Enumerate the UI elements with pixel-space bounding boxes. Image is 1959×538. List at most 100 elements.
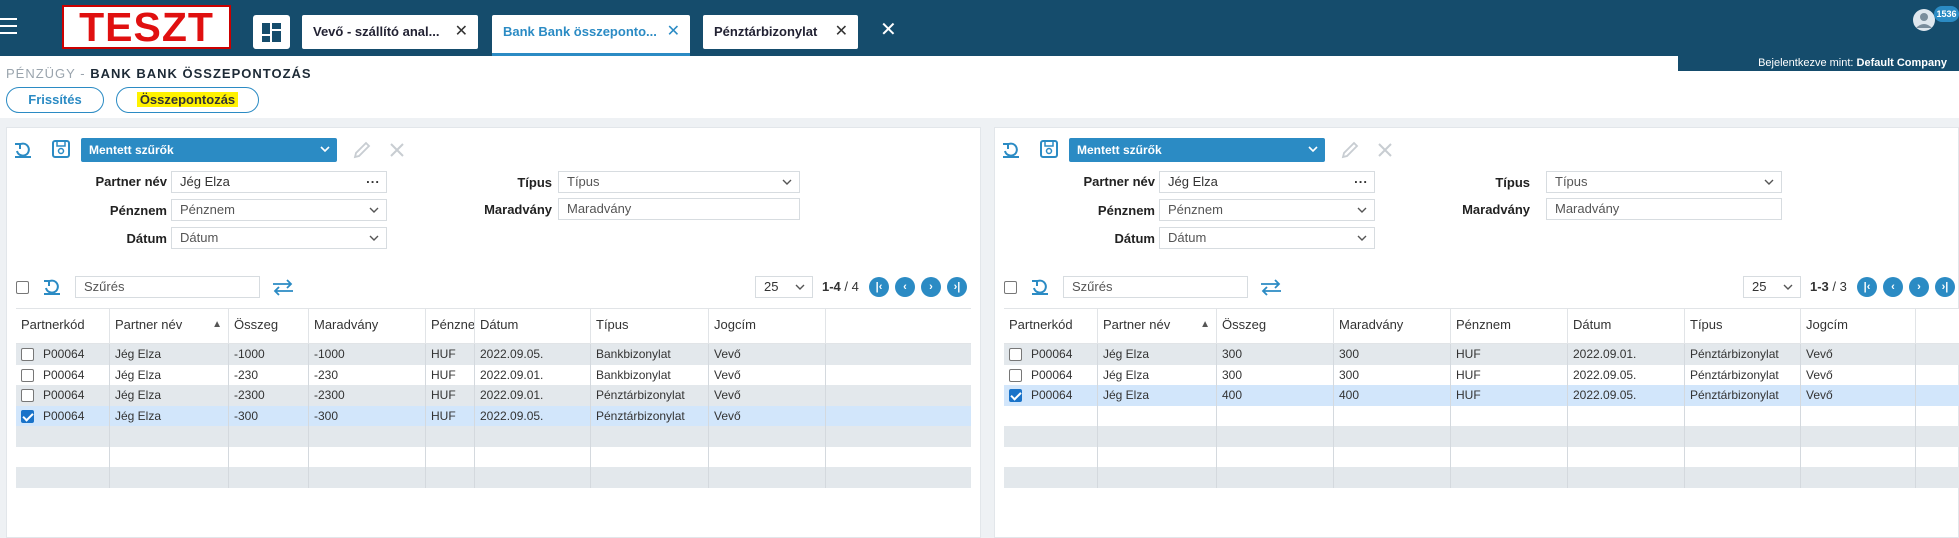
empty-row[interactable] [1004, 426, 1959, 447]
save-icon[interactable] [1039, 139, 1059, 159]
close-icon[interactable]: ✕ [667, 15, 680, 49]
edit-icon[interactable] [352, 140, 372, 160]
page-size-select[interactable]: 25 [755, 276, 813, 298]
row-checkbox[interactable] [21, 389, 34, 402]
currency-select[interactable]: Pénznem [171, 199, 387, 221]
close-icon[interactable]: ✕ [835, 15, 848, 49]
column-header[interactable]: Dátum [475, 309, 591, 344]
empty-row[interactable] [1004, 405, 1959, 427]
refresh-button[interactable]: Frissítés [6, 87, 104, 113]
reset-grid-icon[interactable] [1030, 277, 1050, 297]
column-header[interactable]: Partnerkód [1004, 309, 1098, 344]
reset-filter-icon[interactable] [13, 140, 33, 160]
saved-filters-dropdown[interactable]: Mentett szűrők [81, 138, 337, 162]
tab-vevo-szallito[interactable]: Vevő - szállító anal... ✕ [302, 15, 478, 49]
balance-input[interactable]: Maradvány [1546, 198, 1782, 220]
column-header[interactable]: Partnerkód [16, 309, 110, 344]
column-header[interactable]: Összeg [229, 309, 309, 344]
column-header-partner[interactable]: Partner név ▲ [1098, 309, 1217, 344]
table-row[interactable]: P00064 Jég Elza -1000 -1000 HUF 2022.09.05. Ba… [16, 344, 971, 365]
prev-page-button[interactable]: ‹ [895, 277, 915, 297]
column-header-partner[interactable]: Partner név ▲ [110, 309, 229, 344]
table-cell [709, 467, 826, 488]
column-header[interactable]: Maradvány [1334, 309, 1451, 344]
column-header[interactable]: Összeg [1217, 309, 1334, 344]
partner-field[interactable]: Jég Elza ... [171, 171, 387, 193]
type-select[interactable]: Típus [1546, 171, 1782, 193]
column-header[interactable]: Jogcím [709, 309, 826, 344]
row-checkbox[interactable] [21, 409, 34, 423]
delete-icon[interactable] [387, 140, 407, 160]
column-header[interactable]: Jogcím [1801, 309, 1916, 344]
column-header[interactable]: Pénznem [1451, 309, 1568, 344]
balance-label: Maradvány [1462, 202, 1530, 217]
empty-row[interactable] [16, 446, 971, 468]
close-icon[interactable]: ✕ [455, 15, 468, 49]
table-cell [709, 446, 826, 468]
date-select[interactable]: Dátum [1159, 227, 1375, 249]
select-all-checkbox[interactable] [1004, 281, 1017, 294]
page-size-select[interactable]: 25 [1743, 276, 1801, 298]
first-page-button[interactable]: |‹ [1857, 277, 1877, 297]
table-cell: Vevő [709, 344, 826, 365]
table-cell [229, 426, 309, 447]
grid-search-input[interactable]: Szűrés [75, 276, 260, 298]
table-row[interactable]: P00064 Jég Elza -2300 -2300 HUF 2022.09.01. Pé… [16, 385, 971, 406]
first-page-button[interactable]: |‹ [869, 277, 889, 297]
table-row[interactable]: P00064 Jég Elza 300 300 HUF 2022.09.05. Pénztá… [1004, 364, 1959, 386]
last-page-button[interactable]: ›| [1935, 277, 1955, 297]
empty-row[interactable] [16, 467, 971, 488]
row-checkbox[interactable] [1009, 389, 1022, 402]
tab-penztarbizonylat[interactable]: Pénztárbizonylat ✕ [703, 15, 858, 49]
dashboard-button[interactable] [253, 15, 290, 49]
column-header[interactable]: Pénznem [426, 309, 475, 344]
next-page-button[interactable]: › [1909, 277, 1929, 297]
tab-bank-osszepontozas[interactable]: Bank Bank összeponto... ✕ [492, 15, 690, 56]
balance-placeholder: Maradvány [567, 201, 632, 216]
row-checkbox[interactable] [1009, 368, 1022, 382]
table-cell [110, 426, 229, 447]
table-cell [1568, 446, 1685, 468]
close-all-tabs-icon[interactable]: ✕ [880, 18, 897, 42]
save-icon[interactable] [51, 139, 71, 159]
match-button[interactable]: Összepontozás [116, 87, 259, 113]
table-row[interactable]: P00064 Jég Elza 300 300 HUF 2022.09.01. Pénztá… [1004, 344, 1959, 365]
table-row[interactable]: P00064 Jég Elza -300 -300 HUF 2022.09.05. Pénz… [16, 405, 971, 427]
ellipsis-icon[interactable]: ... [366, 172, 380, 189]
menu-icon[interactable] [0, 18, 18, 38]
row-checkbox[interactable] [21, 348, 34, 361]
empty-row[interactable] [16, 426, 971, 447]
currency-label: Pénznem [1097, 203, 1155, 218]
saved-filters-dropdown[interactable]: Mentett szűrők [1069, 138, 1325, 162]
swap-icon[interactable] [1259, 277, 1283, 297]
column-header[interactable]: Típus [1685, 309, 1801, 344]
balance-input[interactable]: Maradvány [558, 198, 800, 220]
column-header[interactable]: Típus [591, 309, 709, 344]
breadcrumb-parent[interactable]: PÉNZÜGY - [6, 66, 86, 81]
user-avatar-icon[interactable] [1912, 8, 1936, 32]
delete-icon[interactable] [1375, 140, 1395, 160]
date-select[interactable]: Dátum [171, 227, 387, 249]
currency-select[interactable]: Pénznem [1159, 199, 1375, 221]
type-select[interactable]: Típus [558, 171, 800, 193]
notification-badge[interactable]: 1536 [1934, 6, 1959, 22]
edit-icon[interactable] [1340, 140, 1360, 160]
select-all-checkbox[interactable] [16, 281, 29, 294]
row-checkbox[interactable] [1009, 348, 1022, 361]
partner-field[interactable]: Jég Elza ... [1159, 171, 1375, 193]
reset-grid-icon[interactable] [42, 277, 62, 297]
prev-page-button[interactable]: ‹ [1883, 277, 1903, 297]
row-checkbox[interactable] [21, 368, 34, 382]
column-header[interactable]: Dátum [1568, 309, 1685, 344]
grid-search-input[interactable]: Szűrés [1063, 276, 1248, 298]
empty-row[interactable] [1004, 446, 1959, 468]
swap-icon[interactable] [271, 277, 295, 297]
table-row[interactable]: P00064 Jég Elza -230 -230 HUF 2022.09.01. Bank… [16, 364, 971, 386]
table-row[interactable]: P00064 Jég Elza 400 400 HUF 2022.09.05. Pénztá… [1004, 385, 1959, 406]
ellipsis-icon[interactable]: ... [1354, 172, 1368, 189]
last-page-button[interactable]: ›| [947, 277, 967, 297]
next-page-button[interactable]: › [921, 277, 941, 297]
reset-filter-icon[interactable] [1001, 140, 1021, 160]
empty-row[interactable] [1004, 467, 1959, 488]
column-header[interactable]: Maradvány [309, 309, 426, 344]
